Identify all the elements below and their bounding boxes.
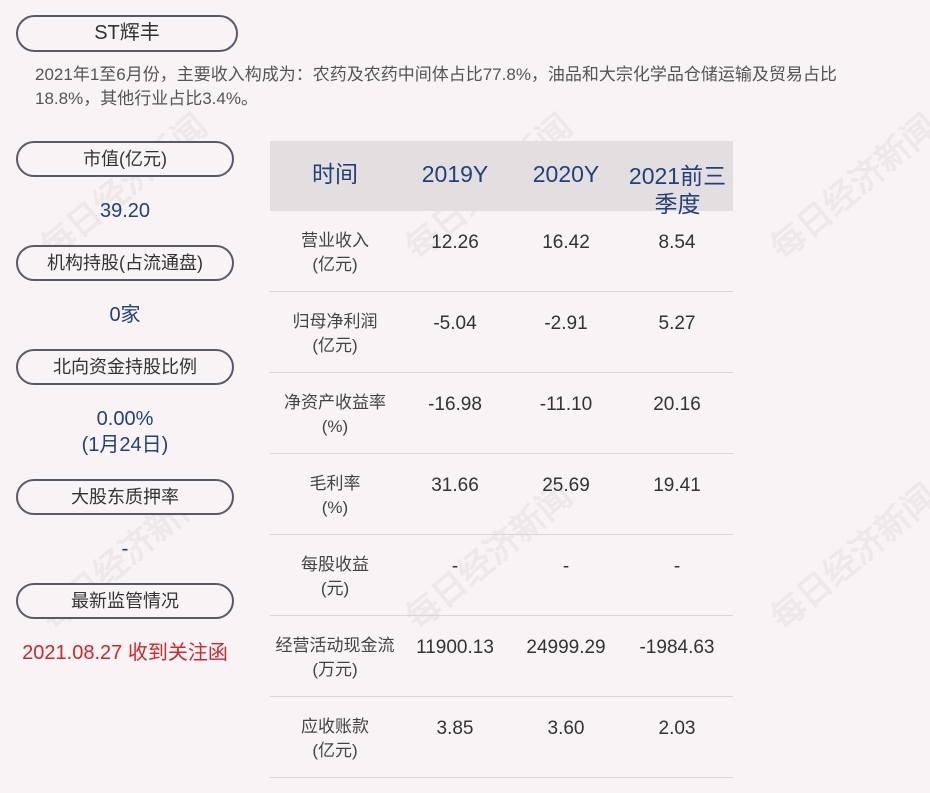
- northbound-holding-date: (1月24日): [81, 434, 169, 456]
- table-header: 时间 2019Y 2020Y 2021前三季度: [270, 141, 733, 217]
- watermark: 每日经济新闻: [763, 107, 930, 268]
- watermark: 每日经济新闻: [33, 107, 215, 268]
- table-row: 营业收入 (亿元) 12.26 16.42 8.54: [270, 211, 733, 292]
- cell-value: 3.85: [436, 718, 474, 739]
- cell-value: 20.16: [653, 394, 701, 415]
- northbound-holding-label: 北向资金持股比例: [16, 349, 234, 385]
- row-label: 应收账款 (亿元): [301, 717, 369, 760]
- institution-holding-label: 机构持股(占流通盘): [16, 245, 234, 281]
- financial-table: 时间 2019Y 2020Y 2021前三季度 营业收入 (亿元) 12.26 1…: [270, 141, 733, 778]
- row-label: 营业收入 (亿元): [301, 231, 369, 274]
- row-label: 经营活动现金流 (万元): [275, 636, 395, 679]
- cell-value: -: [451, 556, 459, 577]
- cell-value: 11900.13: [416, 637, 494, 658]
- regulation-label: 最新监管情况: [16, 583, 234, 619]
- row-label: 毛利率 (%): [309, 474, 361, 517]
- cell-value: -16.98: [428, 394, 482, 415]
- institution-holding-value: 0家: [109, 304, 141, 326]
- table-row: 每股收益 (元) - - -: [270, 535, 733, 616]
- market-cap-label: 市值(亿元): [16, 141, 234, 177]
- row-label: 归母净利润 (亿元): [292, 312, 378, 355]
- cell-value: 5.27: [658, 313, 696, 334]
- stock-title: ST辉丰: [16, 15, 238, 52]
- cell-value: -: [562, 556, 570, 577]
- row-label: 净资产收益率 (%): [284, 393, 386, 436]
- revenue-summary: 2021年1至6月份，主要收入构成为：农药及农药中间体占比77.8%，油品和大宗…: [35, 65, 837, 108]
- regulation-value: 2021.08.27 收到关注函: [22, 642, 228, 664]
- table-row: 经营活动现金流 (万元) 11900.13 24999.29 -1984.63: [270, 616, 733, 697]
- northbound-holding-value: 0.00%: [96, 408, 154, 430]
- header-2021q3: 2021前三季度: [628, 163, 727, 217]
- cell-value: 8.54: [658, 232, 696, 253]
- cell-value: 24999.29: [526, 637, 606, 658]
- table-row: 归母净利润 (亿元) -5.04 -2.91 5.27: [270, 292, 733, 373]
- cell-value: -2.91: [544, 313, 588, 334]
- cell-value: -1984.63: [639, 637, 715, 658]
- table-row: 净资产收益率 (%) -16.98 -11.10 20.16: [270, 373, 733, 454]
- header-2019: 2019Y: [421, 161, 489, 187]
- cell-value: 3.60: [547, 718, 585, 739]
- cell-value: 25.69: [542, 475, 590, 496]
- market-cap-value: 39.20: [99, 200, 151, 222]
- cell-value: 12.26: [431, 232, 479, 253]
- pledge-ratio-label: 大股东质押率: [16, 479, 234, 515]
- header-2020: 2020Y: [532, 161, 600, 187]
- watermark: 每日经济新闻: [763, 477, 930, 638]
- cell-value: 2.03: [658, 718, 696, 739]
- cell-value: 19.41: [653, 475, 701, 496]
- row-label: 每股收益 (元): [301, 555, 369, 598]
- header-time: 时间: [312, 161, 358, 187]
- cell-value: -: [673, 556, 681, 577]
- cell-value: 16.42: [542, 232, 590, 253]
- cell-value: -11.10: [539, 394, 593, 415]
- pledge-ratio-value: -: [121, 538, 129, 560]
- cell-value: -5.04: [433, 313, 477, 334]
- cell-value: 31.66: [431, 475, 479, 496]
- table-row: 毛利率 (%) 31.66 25.69 19.41: [270, 454, 733, 535]
- table-row: 应收账款 (亿元) 3.85 3.60 2.03: [270, 697, 733, 778]
